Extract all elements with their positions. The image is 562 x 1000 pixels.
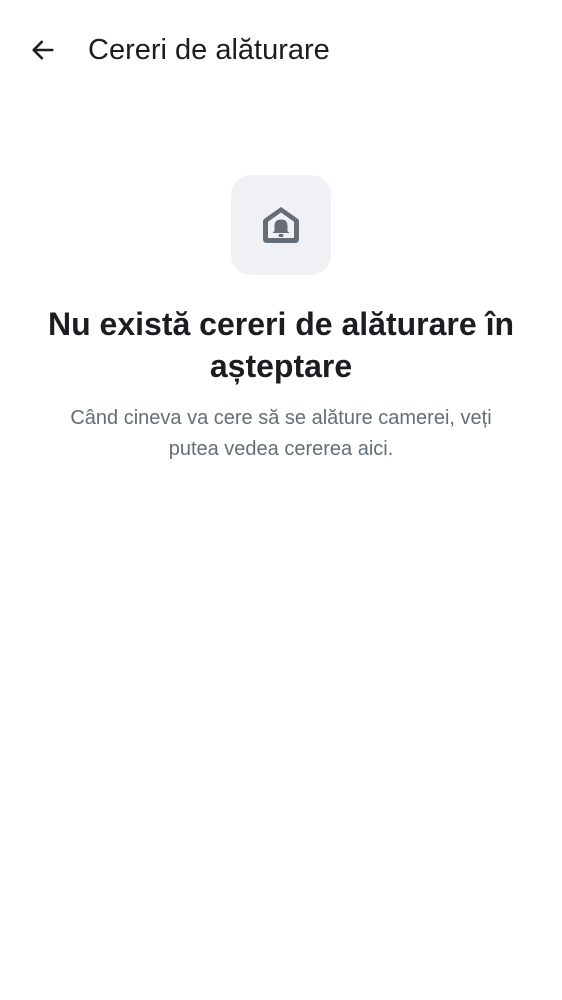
page-title: Cereri de alăturare [88,34,330,66]
arrow-left-icon [29,36,57,64]
app-bar: Cereri de alăturare [0,0,562,100]
empty-state-heading: Nu există cereri de alăturare în aștepta… [48,306,514,384]
empty-state: Nu există cereri de alăturare în aștepta… [0,175,562,465]
back-button[interactable] [19,26,67,74]
home-bell-icon [259,203,303,247]
empty-state-icon-tile [231,175,331,275]
empty-state-description: Când cineva va cere să se alăture camere… [70,407,492,460]
